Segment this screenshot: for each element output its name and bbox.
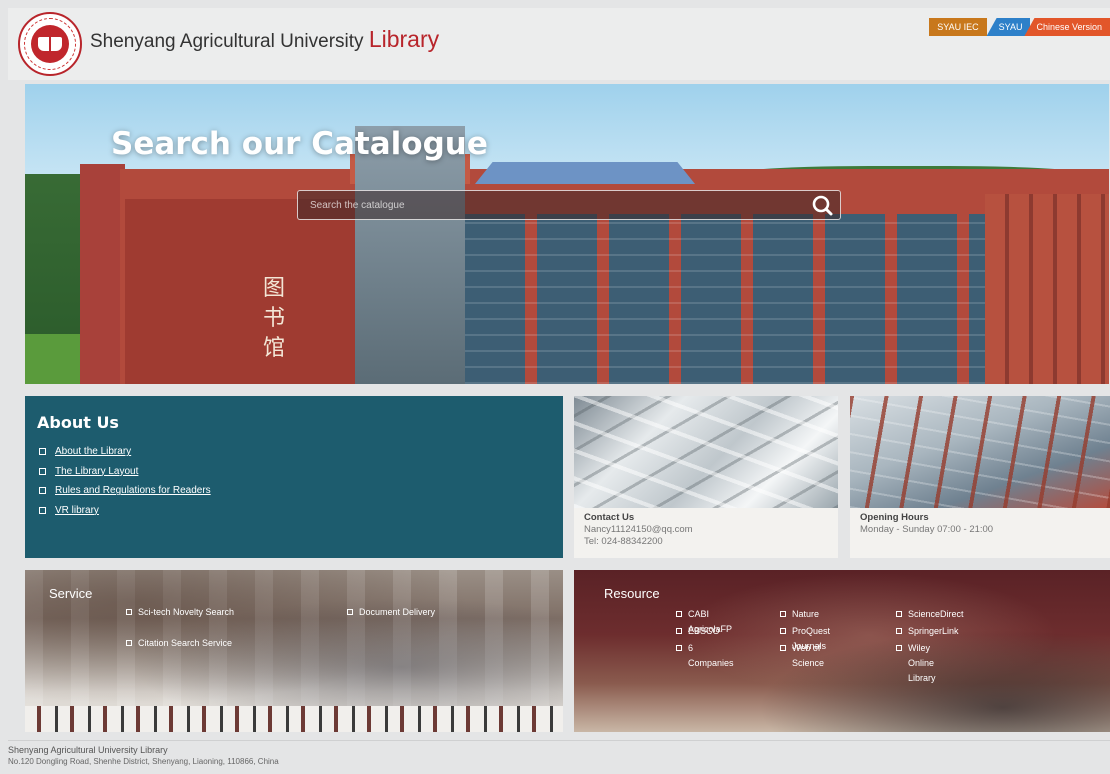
novelty-search-link[interactable]: Sci-tech Novelty Search: [138, 605, 234, 620]
service-title: Service: [49, 586, 93, 601]
web-of-science-link[interactable]: Web of Science: [792, 641, 824, 671]
catalogue-search-box: [297, 190, 841, 220]
about-us-panel: About Us About the Library The Library L…: [25, 396, 563, 558]
hero-building-left: [80, 164, 125, 384]
resource-title: Resource: [604, 586, 660, 601]
site-title[interactable]: Shenyang Agricultural University Library: [90, 26, 439, 53]
square-bullet-icon: [780, 628, 786, 634]
square-bullet-icon: [126, 609, 132, 615]
list-item: About the Library: [39, 442, 211, 462]
library-layout-link[interactable]: The Library Layout: [55, 466, 138, 477]
square-bullet-icon: [347, 609, 353, 615]
list-item: Document Delivery: [347, 605, 487, 620]
contact-photo: [574, 396, 838, 508]
service-panel: Service Sci-tech Novelty Search Citation…: [25, 570, 563, 732]
library-calligraphy: 图书馆: [263, 276, 286, 361]
contact-title: Contact Us: [584, 512, 635, 523]
hero-title: Search our Catalogue: [111, 126, 488, 162]
springerlink-link[interactable]: SpringerLink: [908, 624, 959, 639]
list-item: The Library Layout: [39, 462, 211, 482]
hero-building-right-wing: [985, 194, 1109, 384]
service-photo-strip: [25, 706, 563, 732]
sciencedirect-link[interactable]: ScienceDirect: [908, 607, 964, 622]
list-item: EBSCO: [676, 624, 720, 639]
list-item: Citation Search Service: [126, 636, 236, 651]
about-us-title: About Us: [37, 413, 119, 432]
hours-title: Opening Hours: [860, 512, 929, 523]
search-icon: [812, 195, 833, 216]
hero-building-front: [125, 199, 355, 384]
footer-address: No.120 Dongling Road, Shenhe District, S…: [8, 757, 279, 766]
square-bullet-icon: [676, 628, 682, 634]
square-bullet-icon: [676, 645, 682, 651]
square-bullet-icon: [39, 487, 46, 495]
site-header: Shenyang Agricultural University Library…: [8, 8, 1110, 80]
contact-info: Contact Us Nancy11124150@qq.com Tel: 024…: [584, 512, 693, 548]
square-bullet-icon: [896, 628, 902, 634]
list-item: 6 Companies: [676, 641, 734, 671]
list-item: ScienceDirect: [896, 607, 964, 622]
catalogue-search-input[interactable]: [298, 191, 798, 219]
footer-divider: [8, 740, 1110, 741]
list-item: SpringerLink: [896, 624, 959, 639]
hero-banner: 图书馆 Search our Catalogue: [25, 84, 1109, 384]
contact-us-panel[interactable]: Contact Us Nancy11124150@qq.com Tel: 024…: [574, 396, 838, 558]
square-bullet-icon: [39, 467, 46, 475]
site-footer: Shenyang Agricultural University Library…: [8, 740, 1110, 774]
list-item: Rules and Regulations for Readers: [39, 481, 211, 501]
vr-library-link[interactable]: VR library: [55, 505, 99, 516]
square-bullet-icon: [676, 611, 682, 617]
square-bullet-icon: [896, 611, 902, 617]
site-title-main: Shenyang Agricultural University: [90, 31, 364, 52]
university-seal-icon[interactable]: [18, 12, 82, 76]
square-bullet-icon: [126, 640, 132, 646]
hero-tower: [355, 126, 465, 384]
square-bullet-icon: [896, 645, 902, 651]
hero-glass-grid: [465, 214, 995, 384]
square-bullet-icon: [39, 448, 46, 456]
hours-info: Opening Hours Monday - Sunday 07:00 - 21…: [860, 512, 993, 536]
list-item: Wiley Online Library: [896, 641, 936, 686]
chinese-version-link[interactable]: Chinese Version: [1024, 18, 1110, 36]
list-item: Nature: [780, 607, 819, 622]
rules-regulations-link[interactable]: Rules and Regulations for Readers: [55, 485, 211, 496]
contact-email: Nancy11124150@qq.com: [584, 524, 693, 535]
ebsco-link[interactable]: EBSCO: [688, 624, 720, 639]
document-delivery-link[interactable]: Document Delivery: [359, 605, 435, 620]
site-title-accent: Library: [368, 26, 440, 52]
list-item: VR library: [39, 501, 211, 521]
square-bullet-icon: [780, 611, 786, 617]
footer-name: Shenyang Agricultural University Library: [8, 745, 168, 755]
opening-hours-panel[interactable]: Opening Hours Monday - Sunday 07:00 - 21…: [850, 396, 1110, 558]
square-bullet-icon: [39, 506, 46, 514]
hours-photo: [850, 396, 1110, 508]
nature-link[interactable]: Nature: [792, 607, 819, 622]
contact-tel: Tel: 024-88342200: [584, 536, 663, 547]
language-links: SYAU IEC SYAU Chinese Version: [929, 18, 1110, 36]
syau-iec-link[interactable]: SYAU IEC: [929, 18, 987, 36]
hero-blue-roof: [475, 162, 695, 184]
hours-value: Monday - Sunday 07:00 - 21:00: [860, 524, 994, 535]
list-item: Sci-tech Novelty Search: [126, 605, 236, 620]
citation-search-link[interactable]: Citation Search Service: [138, 636, 232, 651]
syau-link[interactable]: SYAU: [986, 18, 1031, 36]
search-button[interactable]: [810, 194, 834, 218]
square-bullet-icon: [780, 645, 786, 651]
six-companies-link[interactable]: 6 Companies: [688, 641, 734, 671]
about-library-link[interactable]: About the Library: [55, 446, 131, 457]
about-us-links: About the Library The Library Layout Rul…: [39, 442, 211, 520]
list-item: Web of Science: [780, 641, 824, 671]
wiley-link[interactable]: Wiley Online Library: [908, 641, 936, 686]
resource-panel: Resource CABI AgricolaFP EBSCO 6 Compani…: [574, 570, 1110, 732]
